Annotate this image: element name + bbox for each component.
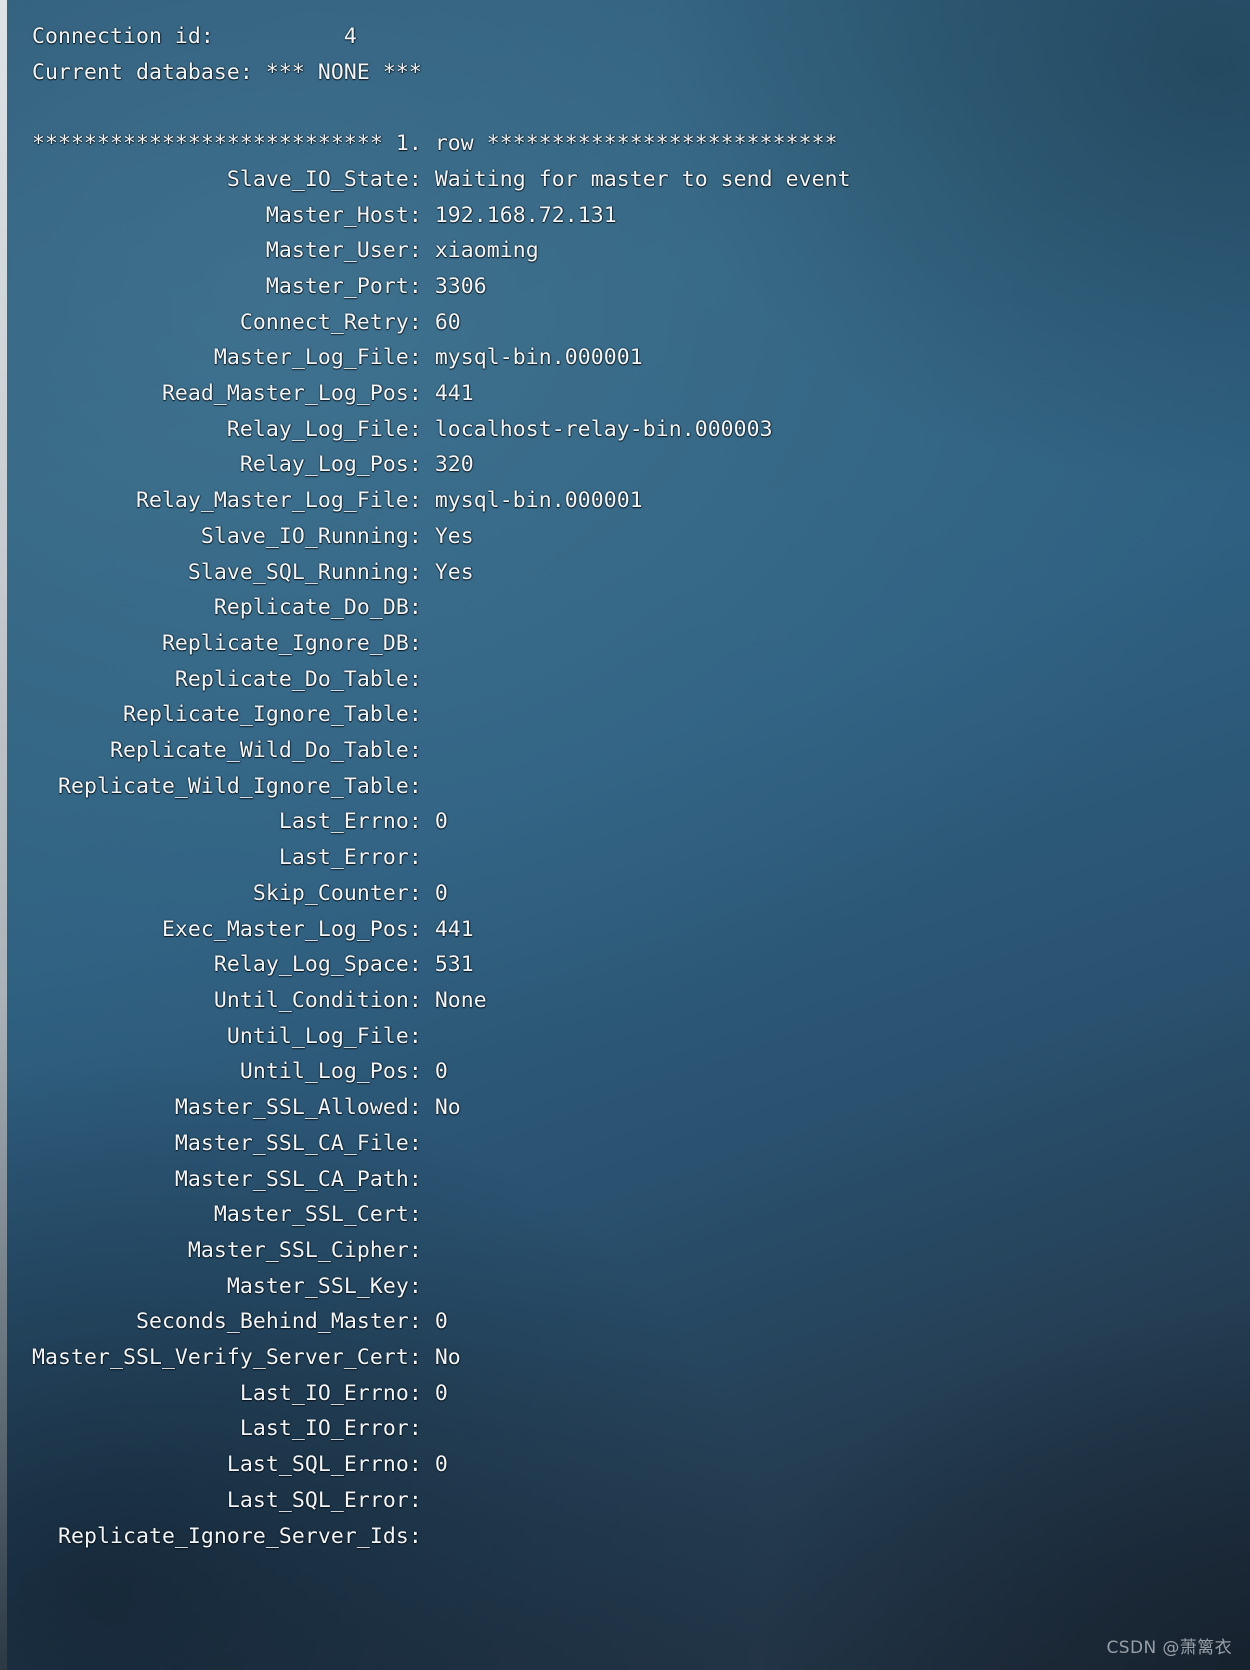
terminal-field-last-errno: Last_Errno: 0	[32, 809, 448, 835]
terminal-field-until-log-pos: Until_Log_Pos: 0	[32, 1059, 448, 1085]
terminal-field-master-host: Master_Host: 192.168.72.131	[32, 202, 617, 228]
terminal-field-master-user: Master_User: xiaoming	[32, 238, 539, 264]
terminal-field-replicate-ignore-db: Replicate_Ignore_DB:	[32, 630, 422, 656]
terminal-field-list: Slave_IO_State: Waiting for master to se…	[32, 162, 1232, 1554]
terminal-field-master-port: Master_Port: 3306	[32, 273, 487, 299]
terminal-line-current-database: Current database: *** NONE ***	[32, 59, 422, 85]
terminal-field-until-log-file: Until_Log_File:	[32, 1023, 422, 1049]
terminal-field-slave-io-state: Slave_IO_State: Waiting for master to se…	[32, 166, 851, 192]
terminal-field-replicate-wild-do-table: Replicate_Wild_Do_Table:	[32, 738, 422, 764]
terminal-field-slave-sql-running: Slave_SQL_Running: Yes	[32, 559, 474, 585]
terminal-field-master-ssl-allowed: Master_SSL_Allowed: No	[32, 1095, 461, 1121]
terminal-output[interactable]: Connection id: 4 Current database: *** N…	[32, 19, 1232, 1554]
terminal-field-master-ssl-verify-server-cert: Master_SSL_Verify_Server_Cert: No	[32, 1345, 461, 1371]
terminal-field-master-log-file: Master_Log_File: mysql-bin.000001	[32, 345, 643, 371]
terminal-field-last-io-error: Last_IO_Error:	[32, 1416, 422, 1442]
terminal-field-replicate-wild-ignore-table: Replicate_Wild_Ignore_Table:	[32, 773, 422, 799]
terminal-field-master-ssl-ca-path: Master_SSL_CA_Path:	[32, 1166, 422, 1192]
terminal-field-master-ssl-cipher: Master_SSL_Cipher:	[32, 1237, 422, 1263]
terminal-field-connect-retry: Connect_Retry: 60	[32, 309, 461, 335]
terminal-screen: Connection id: 4 Current database: *** N…	[0, 0, 1250, 1670]
terminal-field-master-ssl-key: Master_SSL_Key:	[32, 1273, 422, 1299]
terminal-field-replicate-ignore-table: Replicate_Ignore_Table:	[32, 702, 422, 728]
terminal-field-replicate-ignore-server-ids: Replicate_Ignore_Server_Ids:	[32, 1523, 422, 1549]
terminal-field-relay-log-pos: Relay_Log_Pos: 320	[32, 452, 474, 478]
terminal-field-slave-io-running: Slave_IO_Running: Yes	[32, 523, 474, 549]
terminal-field-last-io-errno: Last_IO_Errno: 0	[32, 1380, 448, 1406]
terminal-field-replicate-do-table: Replicate_Do_Table:	[32, 666, 422, 692]
terminal-field-last-sql-error: Last_SQL_Error:	[32, 1487, 422, 1513]
terminal-field-exec-master-log-pos: Exec_Master_Log_Pos: 441	[32, 916, 474, 942]
terminal-field-relay-log-file: Relay_Log_File: localhost-relay-bin.0000…	[32, 416, 773, 442]
csdn-watermark: CSDN @萧篱衣	[1106, 1638, 1232, 1658]
terminal-field-seconds-behind-master: Seconds_Behind_Master: 0	[32, 1309, 448, 1335]
terminal-line-connection-id: Connection id: 4	[32, 24, 357, 49]
terminal-field-master-ssl-ca-file: Master_SSL_CA_File:	[32, 1130, 422, 1156]
terminal-field-skip-counter: Skip_Counter: 0	[32, 880, 448, 906]
terminal-field-read-master-log-pos: Read_Master_Log_Pos: 441	[32, 381, 474, 407]
terminal-field-master-ssl-cert: Master_SSL_Cert:	[32, 1202, 422, 1228]
terminal-field-relay-master-log-file: Relay_Master_Log_File: mysql-bin.000001	[32, 488, 643, 514]
screen-left-edge	[0, 0, 7, 1670]
terminal-field-until-condition: Until_Condition: None	[32, 987, 487, 1013]
terminal-field-last-error: Last_Error:	[32, 845, 422, 871]
terminal-line-row-separator: *************************** 1. row *****…	[32, 131, 838, 157]
terminal-field-last-sql-errno: Last_SQL_Errno: 0	[32, 1452, 448, 1478]
terminal-field-relay-log-space: Relay_Log_Space: 531	[32, 952, 474, 978]
terminal-field-replicate-do-db: Replicate_Do_DB:	[32, 595, 422, 621]
